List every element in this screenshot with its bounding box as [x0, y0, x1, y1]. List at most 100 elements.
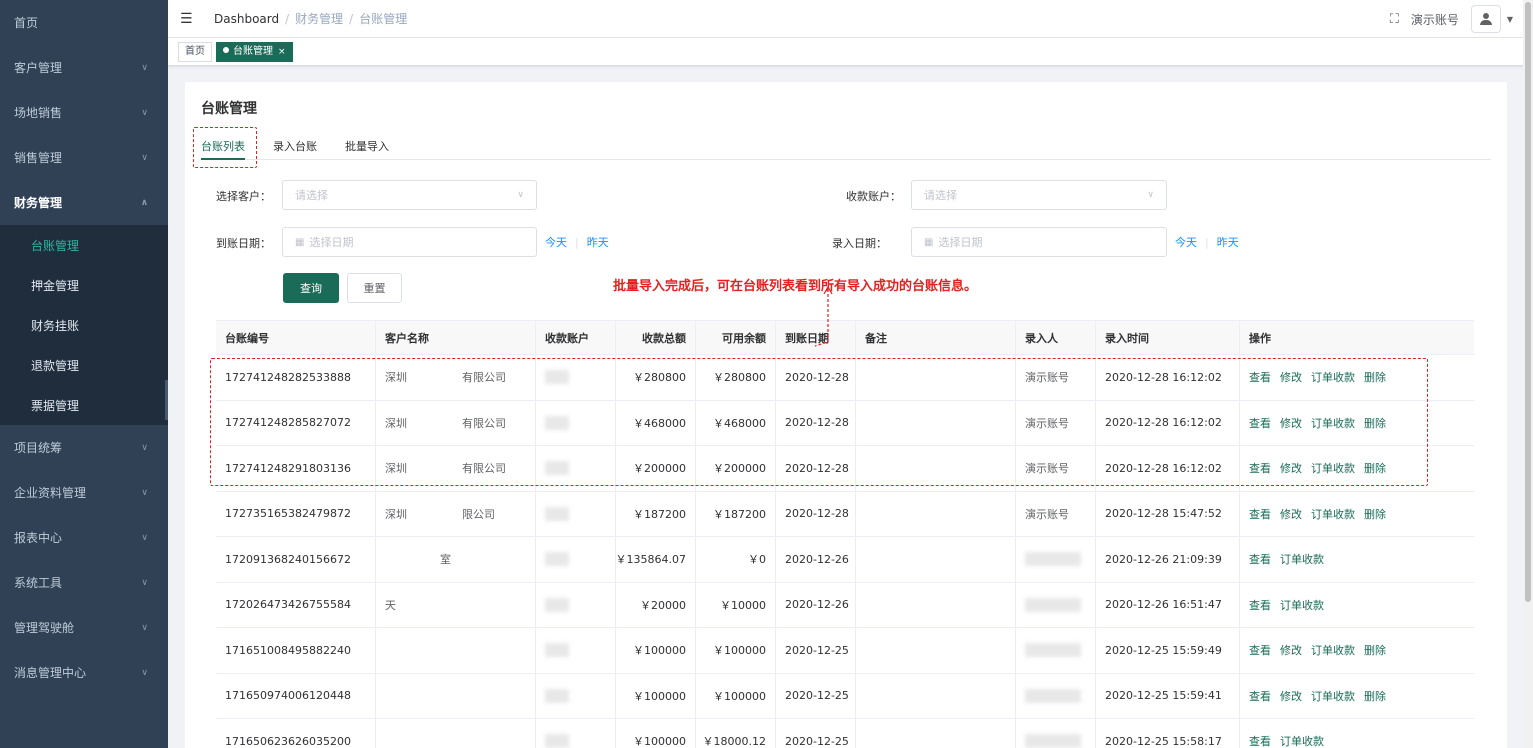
col-header: 收款账户 — [536, 321, 616, 354]
sidebar-subitem-refunds[interactable]: 退款管理 — [0, 345, 168, 385]
action-link[interactable]: 查看 — [1249, 369, 1271, 385]
action-link[interactable]: 查看 — [1249, 597, 1271, 613]
cell-arrival-date: 2020-12-26 — [776, 582, 856, 627]
cell-arrival-date: 2020-12-28 — [776, 355, 856, 400]
sidebar-item-tools[interactable]: 系统工具 ∨ — [0, 560, 168, 605]
table-row: 172741248285827072 深圳 有限公司 ￥468000 ￥468000 2… — [216, 400, 1474, 446]
action-link[interactable]: 订单收款 — [1311, 688, 1355, 704]
breadcrumb-dashboard[interactable]: Dashboard — [214, 12, 279, 26]
cell-arrival-date: 2020-12-25 — [776, 673, 856, 718]
action-link[interactable]: 修改 — [1280, 642, 1302, 658]
cell-entry-time: 2020-12-26 16:51:47 — [1096, 582, 1240, 627]
sidebar-item-company[interactable]: 企业资料管理 ∨ — [0, 470, 168, 515]
cell-entry-time: 2020-12-25 15:59:49 — [1096, 628, 1240, 673]
tab-ledger-list[interactable]: 台账列表 — [201, 130, 245, 160]
sidebar-item-label: 系统工具 — [14, 576, 63, 590]
cell-total: ￥100000 — [616, 719, 696, 748]
tag-home[interactable]: 首页 — [178, 41, 212, 62]
chevron-down-icon: ∨ — [141, 62, 148, 73]
action-link[interactable]: 查看 — [1249, 415, 1271, 431]
tag-ledger[interactable]: 台账管理 × — [216, 41, 293, 62]
sidebar-item-home[interactable]: 首页 — [0, 0, 168, 45]
action-link[interactable]: 删除 — [1364, 369, 1386, 385]
action-link[interactable]: 订单收款 — [1280, 597, 1324, 613]
chevron-down-icon: ∨ — [1147, 190, 1154, 200]
arrival-quick-select: 今天 | 昨天 — [545, 234, 609, 250]
action-link[interactable]: 查看 — [1249, 506, 1271, 522]
action-link[interactable]: 订单收款 — [1311, 415, 1355, 431]
avatar[interactable] — [1470, 5, 1501, 33]
navbar-right: ⛶ 演示账号 ▼ — [1390, 0, 1513, 38]
arrival-yesterday-link[interactable]: 昨天 — [587, 234, 609, 250]
action-link[interactable]: 订单收款 — [1280, 551, 1324, 567]
redacted-block — [1025, 552, 1081, 567]
action-link[interactable]: 订单收款 — [1311, 642, 1355, 658]
reset-button[interactable]: 重置 — [347, 273, 402, 303]
sidebar-scrollbar[interactable] — [165, 380, 168, 420]
menu-toggle-icon[interactable]: ☰ — [180, 12, 194, 26]
cell-total: ￥468000 — [616, 400, 696, 445]
cell-remark — [856, 446, 1016, 491]
sidebar-item-cockpit[interactable]: 管理驾驶舱 ∨ — [0, 605, 168, 650]
sidebar-item-label: 首页 — [14, 16, 39, 30]
fullscreen-icon[interactable]: ⛶ — [1390, 12, 1399, 27]
entry-today-link[interactable]: 今天 — [1175, 234, 1197, 250]
action-link[interactable]: 订单收款 — [1311, 369, 1355, 385]
customer-select[interactable]: 请选择 ∨ — [282, 180, 537, 210]
cell-ledger-id: 172741248291803136 — [216, 446, 376, 491]
cell-remark — [856, 537, 1016, 582]
redacted-block — [545, 688, 569, 703]
action-link[interactable]: 删除 — [1364, 415, 1386, 431]
action-link[interactable]: 订单收款 — [1280, 733, 1324, 748]
action-link[interactable]: 修改 — [1280, 506, 1302, 522]
action-link[interactable]: 订单收款 — [1311, 460, 1355, 476]
sidebar-subitem-deposit[interactable]: 押金管理 — [0, 265, 168, 305]
cell-actions: 查看 订单收款 — [1240, 583, 1474, 628]
action-link[interactable]: 查看 — [1249, 642, 1271, 658]
action-link[interactable]: 查看 — [1249, 460, 1271, 476]
table-row: 171650974006120448 ￥100000 ￥100000 2020-12-… — [216, 673, 1474, 719]
action-link[interactable]: 订单收款 — [1311, 506, 1355, 522]
sidebar-item-messages[interactable]: 消息管理中心 ∨ — [0, 650, 168, 695]
arrival-today-link[interactable]: 今天 — [545, 234, 567, 250]
user-icon — [1479, 13, 1492, 25]
redacted-block — [545, 506, 569, 521]
sidebar-item-venue-sales[interactable]: 场地销售 ∨ — [0, 90, 168, 135]
sidebar-item-customers[interactable]: 客户管理 ∨ — [0, 45, 168, 90]
cell-arrival-date: 2020-12-28 — [776, 446, 856, 491]
sidebar-item-reports[interactable]: 报表中心 ∨ — [0, 515, 168, 560]
tab-add-ledger[interactable]: 录入台账 — [273, 130, 317, 160]
sidebar-subitem-accounts[interactable]: 财务挂账 — [0, 305, 168, 345]
cell-operator: 演示账号 — [1016, 355, 1096, 400]
action-link[interactable]: 删除 — [1364, 460, 1386, 476]
action-link[interactable]: 删除 — [1364, 506, 1386, 522]
arrival-date-picker[interactable]: ▦ 选择日期 — [282, 227, 537, 257]
action-link[interactable]: 删除 — [1364, 642, 1386, 658]
action-link[interactable]: 修改 — [1280, 460, 1302, 476]
action-link[interactable]: 修改 — [1280, 369, 1302, 385]
entry-date-picker[interactable]: ▦ 选择日期 — [911, 227, 1167, 257]
cell-actions: 查看 修改 订单收款 删除 — [1240, 492, 1474, 537]
sidebar-item-projects[interactable]: 项目统筹 ∨ — [0, 425, 168, 470]
caret-down-icon[interactable]: ▼ — [1507, 15, 1513, 24]
page-scrollbar[interactable] — [1523, 0, 1533, 748]
action-link[interactable]: 修改 — [1280, 688, 1302, 704]
action-link[interactable]: 查看 — [1249, 551, 1271, 567]
sidebar-item-finance[interactable]: 财务管理 ∧ — [0, 180, 168, 225]
sidebar-subitem-invoices[interactable]: 票据管理 — [0, 385, 168, 425]
sidebar-subitem-ledger[interactable]: 台账管理 — [0, 225, 168, 265]
tabs: 台账列表 录入台账 批量导入 — [201, 130, 1491, 160]
query-button[interactable]: 查询 — [283, 273, 339, 303]
action-link[interactable]: 修改 — [1280, 415, 1302, 431]
entry-yesterday-link[interactable]: 昨天 — [1217, 234, 1239, 250]
cell-entry-time: 2020-12-28 15:47:52 — [1096, 491, 1240, 536]
close-icon[interactable]: × — [278, 47, 286, 57]
tab-batch-import[interactable]: 批量导入 — [345, 130, 389, 160]
action-link[interactable]: 删除 — [1364, 688, 1386, 704]
scrollbar-thumb[interactable] — [1525, 2, 1531, 602]
action-link[interactable]: 查看 — [1249, 733, 1271, 748]
sidebar-item-sales[interactable]: 销售管理 ∨ — [0, 135, 168, 180]
account-select[interactable]: 请选择 ∨ — [911, 180, 1167, 210]
action-link[interactable]: 查看 — [1249, 688, 1271, 704]
cell-operator — [1016, 537, 1096, 582]
